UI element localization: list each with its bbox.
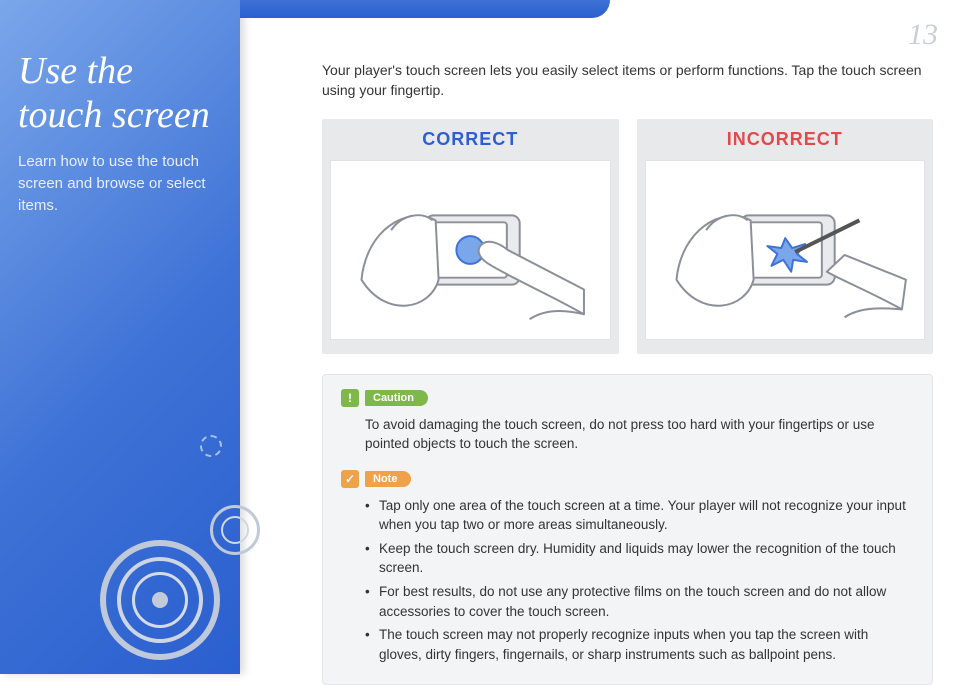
header-tab-curve <box>240 0 610 18</box>
hands-fingertip-icon <box>331 161 610 339</box>
note-icon: ✓ <box>341 470 359 488</box>
figure-correct: CORRECT <box>322 119 619 354</box>
illustration-incorrect <box>645 160 926 340</box>
figure-incorrect: INCORRECT <box>637 119 934 354</box>
intro-text: Your player's touch screen lets you easi… <box>322 60 933 101</box>
list-item: For best results, do not use any protect… <box>365 582 914 621</box>
sidebar: Use the touch screen Learn how to use th… <box>0 0 240 674</box>
callout-area: ! Caution To avoid damaging the touch sc… <box>322 374 933 685</box>
hands-stylus-icon <box>646 161 925 339</box>
note-list: Tap only one area of the touch screen at… <box>365 496 914 665</box>
note-badge: Note <box>365 471 411 487</box>
list-item: The touch screen may not properly recogn… <box>365 625 914 664</box>
note-badge-row: ✓ Note <box>341 470 914 488</box>
ring-icon <box>221 516 249 544</box>
caution-badge: Caution <box>365 390 428 406</box>
illustration-correct <box>330 160 611 340</box>
sidebar-title: Use the touch screen <box>0 0 240 151</box>
figure-label-incorrect: INCORRECT <box>637 129 934 150</box>
figure-label-correct: CORRECT <box>322 129 619 150</box>
caution-badge-row: ! Caution <box>341 389 914 407</box>
sidebar-subtitle: Learn how to use the touch screen and br… <box>0 151 240 216</box>
caution-text: To avoid damaging the touch screen, do n… <box>365 415 914 454</box>
main-content: Your player's touch screen lets you easi… <box>322 60 933 685</box>
caution-icon: ! <box>341 389 359 407</box>
ring-icon <box>200 435 222 457</box>
list-item: Tap only one area of the touch screen at… <box>365 496 914 535</box>
page-number: 13 <box>908 18 938 52</box>
title-line2: touch screen <box>18 94 210 136</box>
ring-icon <box>132 572 188 628</box>
figure-row: CORRECT INCO <box>322 119 933 354</box>
list-item: Keep the touch screen dry. Humidity and … <box>365 539 914 578</box>
title-line1: Use the <box>18 50 133 92</box>
